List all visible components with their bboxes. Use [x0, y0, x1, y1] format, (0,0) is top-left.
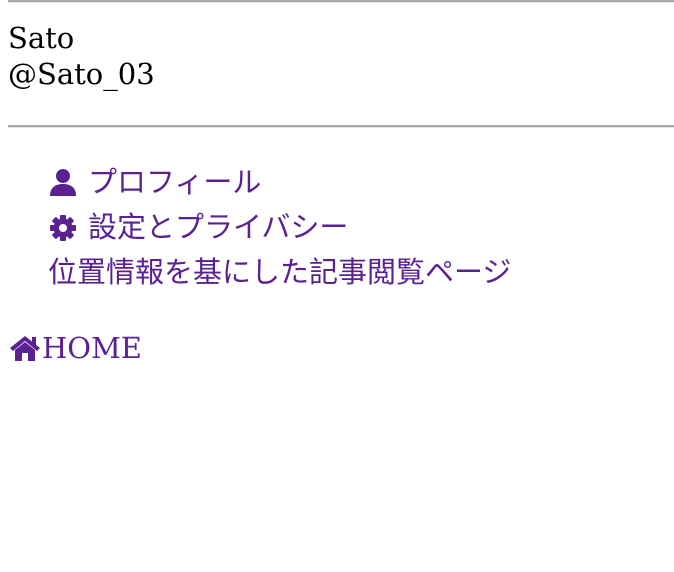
menu-item-location-articles[interactable]: 位置情報を基にした記事閲覧ページ — [48, 250, 511, 295]
user-icon — [48, 168, 78, 198]
menu-item-profile-label: プロフィール — [88, 165, 262, 199]
gear-icon — [48, 213, 78, 243]
section-divider — [8, 125, 674, 128]
home-label: HOME — [42, 331, 142, 365]
account-menu: プロフィール 設定とプライバシー 位置情報を基にした記事閲覧ページ — [48, 160, 511, 295]
menu-item-profile[interactable]: プロフィール — [48, 160, 511, 205]
user-name: Sato — [8, 21, 75, 55]
menu-item-location-articles-label: 位置情報を基にした記事閲覧ページ — [48, 255, 512, 289]
menu-item-settings[interactable]: 設定とプライバシー — [48, 205, 511, 250]
user-handle: @Sato_03 — [8, 57, 155, 91]
home-icon — [8, 333, 42, 363]
menu-item-settings-label: 設定とプライバシー — [88, 210, 349, 244]
home-link[interactable]: HOME — [8, 326, 142, 370]
user-info: Sato @Sato_03 — [8, 20, 155, 92]
top-divider — [8, 0, 674, 3]
